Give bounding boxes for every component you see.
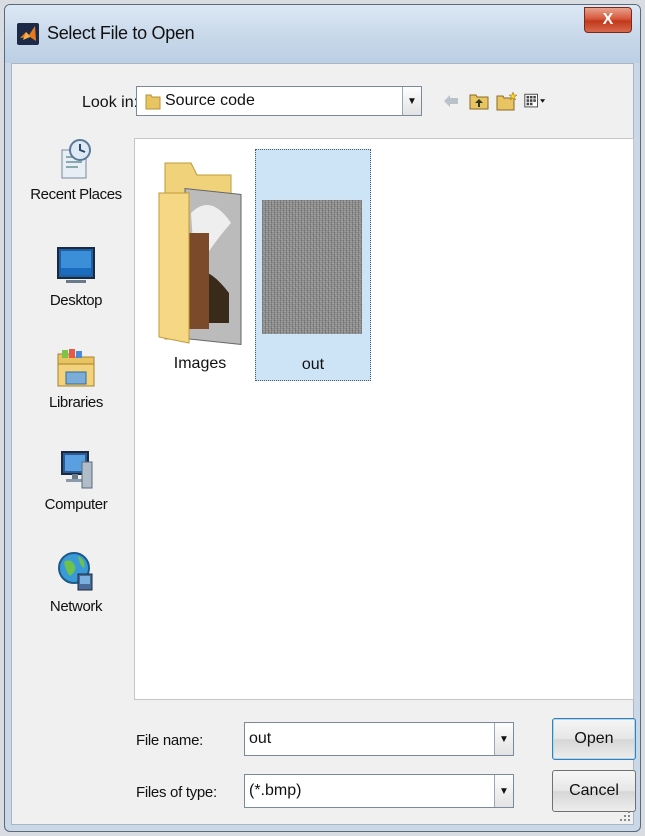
file-name-label: File name:	[136, 732, 204, 749]
file-name-input[interactable]	[245, 723, 495, 755]
file-type-input[interactable]	[245, 775, 495, 807]
look-in-dropdown[interactable]: Source code ▼	[136, 86, 422, 116]
computer-icon	[61, 451, 93, 489]
place-computer[interactable]: Computer	[20, 448, 132, 513]
look-in-label: Look in:	[82, 94, 139, 111]
file-item-label: out	[301, 356, 325, 373]
up-folder-icon[interactable]	[468, 90, 490, 112]
view-menu-icon[interactable]	[524, 90, 546, 112]
place-network[interactable]: Network	[20, 550, 132, 615]
place-label: Recent Places	[30, 186, 122, 203]
chevron-down-icon[interactable]: ▼	[402, 87, 421, 115]
place-desktop[interactable]: Desktop	[20, 244, 132, 309]
dialog-body: Look in: Source code ▼ Recent Places Des…	[11, 63, 636, 825]
place-recent-places[interactable]: Recent Places	[20, 138, 132, 203]
desktop-icon	[57, 247, 95, 283]
place-libraries[interactable]: Libraries	[20, 346, 132, 411]
resize-grip-icon[interactable]	[619, 810, 631, 822]
close-icon: X	[602, 11, 614, 28]
file-item-label: Images	[173, 355, 227, 372]
back-arrow-icon[interactable]	[440, 90, 462, 112]
matlab-logo-icon	[17, 23, 39, 45]
navigation-toolbar	[440, 88, 546, 114]
cancel-button[interactable]: Cancel	[552, 770, 636, 812]
file-item-selected[interactable]: out	[255, 149, 371, 381]
libraries-icon	[57, 349, 95, 387]
chevron-down-icon[interactable]: ▼	[494, 723, 513, 755]
places-bar: Recent Places Desktop Libraries Computer…	[20, 138, 132, 638]
open-button-label: Open	[574, 730, 614, 747]
chevron-down-icon[interactable]: ▼	[494, 775, 513, 807]
file-type-label: Files of type:	[136, 784, 217, 801]
open-button[interactable]: Open	[552, 718, 636, 760]
cancel-button-label: Cancel	[569, 782, 619, 799]
window-title: Select File to Open	[47, 23, 195, 43]
file-item-folder[interactable]: Images	[145, 149, 255, 379]
place-label: Libraries	[49, 394, 103, 411]
folder-icon	[158, 162, 242, 346]
select-file-dialog: Select File to Open X Look in: Source co…	[4, 4, 641, 832]
place-label: Computer	[44, 496, 108, 513]
title-bar[interactable]: Select File to Open X	[5, 5, 640, 63]
file-name-field[interactable]: ▼	[244, 722, 514, 756]
network-icon	[58, 552, 93, 591]
image-thumbnail	[262, 200, 362, 334]
place-label: Network	[49, 598, 103, 615]
folder-icon	[145, 94, 161, 110]
look-in-value: Source code	[165, 92, 255, 109]
file-type-dropdown[interactable]: ▼	[244, 774, 514, 808]
recent-places-icon	[61, 139, 91, 179]
place-label: Desktop	[49, 292, 103, 309]
file-list[interactable]: Images out	[134, 138, 634, 700]
close-button[interactable]: X	[584, 7, 632, 33]
new-folder-icon[interactable]	[496, 90, 518, 112]
